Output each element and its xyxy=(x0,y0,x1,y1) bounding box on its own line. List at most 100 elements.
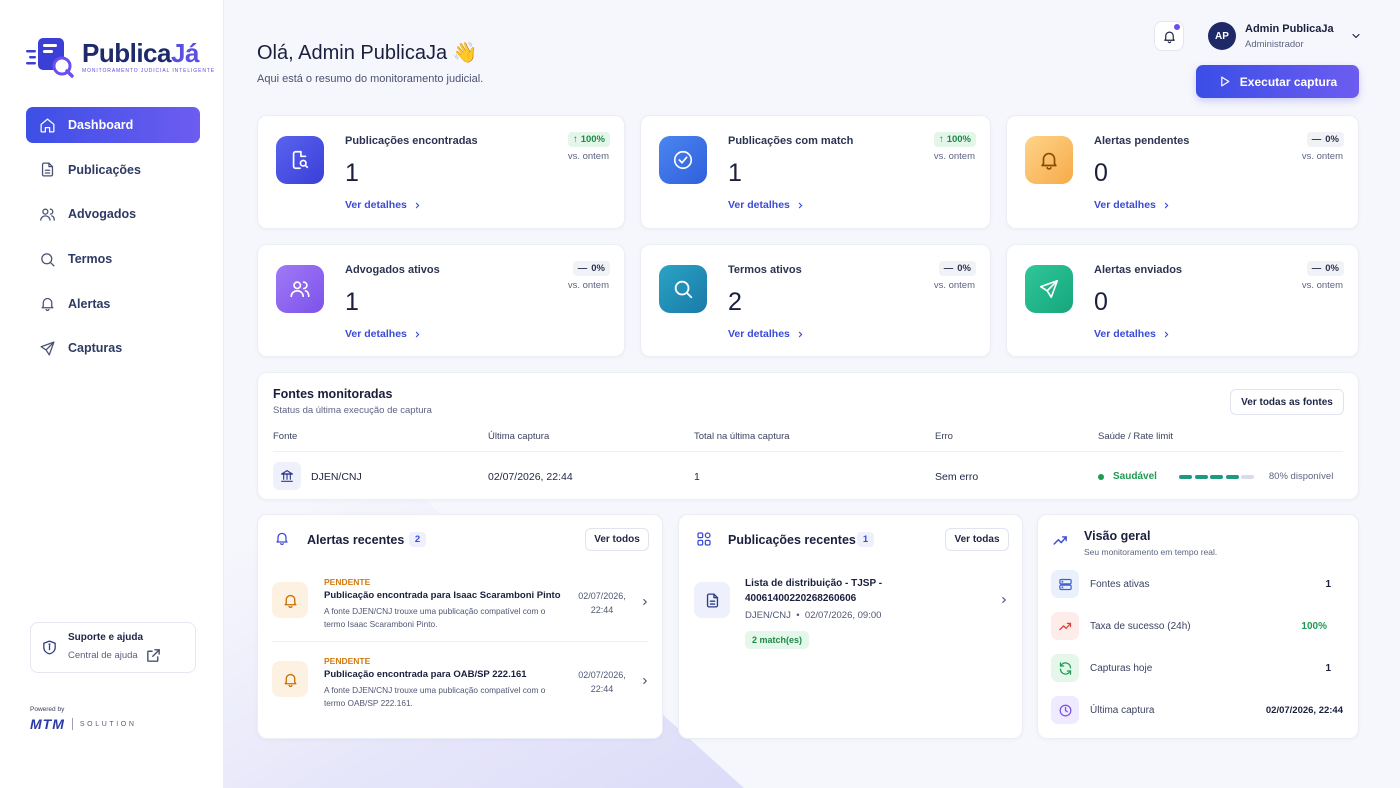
column-header: Última captura xyxy=(488,431,550,442)
column-header: Total na última captura xyxy=(694,431,790,442)
bell-icon xyxy=(272,582,308,618)
chevron-right-icon xyxy=(415,202,420,208)
overview-label: Capturas hoje xyxy=(1090,662,1153,674)
view-all-alerts-button[interactable]: Ver todos xyxy=(585,528,649,551)
alert-date: 02/07/2026, 22:44 xyxy=(578,591,626,615)
chevron-right-icon xyxy=(643,598,648,606)
users-icon xyxy=(276,265,324,313)
search-icon xyxy=(41,252,55,267)
stat-label: Alertas pendentes xyxy=(1094,135,1190,147)
send-icon xyxy=(40,341,55,356)
publication-meta: DJEN/CNJ • 02/07/2026, 09:00 xyxy=(745,610,882,621)
stat-value: 1 xyxy=(728,159,742,187)
avatar: AP xyxy=(1208,22,1236,50)
overview-value: 100% xyxy=(1301,620,1327,632)
status-badge: PENDENTE xyxy=(324,577,371,587)
delta-badge: —0% xyxy=(1306,132,1344,147)
stat-label: Termos ativos xyxy=(728,264,802,276)
comparison-label: vs. ontem xyxy=(933,151,975,162)
bell-icon xyxy=(272,661,308,697)
view-all-publications-button[interactable]: Ver todas xyxy=(945,528,1009,551)
chevron-right-icon xyxy=(798,202,803,208)
stat-value: 2 xyxy=(728,288,742,316)
health-label: Saudável xyxy=(1113,471,1157,482)
overview-row-fontes: Fontes ativas 1 xyxy=(1051,570,1343,598)
visao-geral-card: Visão geral Seu monitoramento em tempo r… xyxy=(1037,514,1359,739)
dash-icon: — xyxy=(577,263,588,274)
sidebar-item-label: Capturas xyxy=(68,341,123,356)
overview-row-ultima-captura: Última captura 02/07/2026, 22:44 xyxy=(1051,696,1343,724)
sidebar-item-label: Termos xyxy=(68,252,113,267)
alert-description: A fonte DJEN/CNJ trouxe uma publicação c… xyxy=(324,606,546,629)
home-icon xyxy=(40,117,55,133)
shield-icon xyxy=(43,640,56,655)
stat-label: Advogados ativos xyxy=(345,264,440,276)
chevron-right-icon xyxy=(643,677,648,685)
comparison-label: vs. ontem xyxy=(567,151,609,162)
alert-description: A fonte DJEN/CNJ trouxe uma publicação c… xyxy=(324,685,546,708)
details-link[interactable]: Ver detalhes xyxy=(345,199,422,211)
overview-value: 1 xyxy=(1325,578,1331,590)
overview-row-taxa-sucesso: Taxa de sucesso (24h) 100% xyxy=(1051,612,1343,640)
user-role: Administrador xyxy=(1245,38,1304,50)
table-cell-erro: Sem erro xyxy=(935,471,979,483)
comparison-label: vs. ontem xyxy=(933,280,975,291)
stat-card-alertas-pendentes: Alertas pendentes 0 Ver detalhes —0% vs.… xyxy=(1006,115,1359,229)
rate-segment xyxy=(1194,474,1208,479)
rate-segment xyxy=(1225,474,1239,479)
chevron-right-icon xyxy=(798,331,803,337)
list-item[interactable]: PENDENTE Publicação encontrada para OAB/… xyxy=(272,656,652,716)
sidebar-nav: Dashboard Publicações Advogados Termos A… xyxy=(26,107,200,375)
divider xyxy=(273,451,1343,452)
comparison-label: vs. ontem xyxy=(567,280,609,291)
trend-line-icon xyxy=(1053,536,1067,545)
divider xyxy=(272,641,648,642)
list-item[interactable]: PENDENTE Publicação encontrada para Isaa… xyxy=(272,577,652,637)
stat-value: 0 xyxy=(1094,288,1108,316)
delta-badge: ↑ 100% xyxy=(567,132,610,147)
overview-label: Taxa de sucesso (24h) xyxy=(1090,620,1191,632)
document-search-icon xyxy=(276,136,324,184)
bell-icon xyxy=(276,532,288,546)
sidebar-item-dashboard[interactable]: Dashboard xyxy=(26,107,200,143)
column-header: Erro xyxy=(935,431,953,442)
sidebar: PublicaJá MONITORAMENTO JUDICIAL INTELIG… xyxy=(0,0,224,788)
sidebar-item-capturas[interactable]: Capturas xyxy=(26,330,200,366)
stat-label: Alertas enviados xyxy=(1094,264,1183,276)
overview-value: 02/07/2026, 22:44 xyxy=(1265,704,1343,716)
overview-label: Fontes ativas xyxy=(1090,578,1150,590)
execute-capture-button[interactable]: Executar captura xyxy=(1196,65,1359,98)
bell-icon xyxy=(41,298,54,312)
user-menu[interactable]: AP Admin PublicaJa Administrador xyxy=(1208,22,1362,50)
chevron-right-icon xyxy=(1002,596,1007,604)
stat-label: Publicações com match xyxy=(728,135,854,147)
overview-value: 1 xyxy=(1325,662,1331,674)
details-link[interactable]: Ver detalhes xyxy=(728,328,805,340)
solution-label: SOLUTION xyxy=(79,720,137,728)
sidebar-item-label: Advogados xyxy=(68,207,137,222)
alert-title: Publicação encontrada para Isaac Scaramb… xyxy=(324,590,561,601)
rate-limit-bar xyxy=(1178,474,1257,479)
scales-icon xyxy=(273,462,301,490)
refresh-icon xyxy=(1051,654,1079,682)
sidebar-item-advogados[interactable]: Advogados xyxy=(26,196,200,232)
details-link[interactable]: Ver detalhes xyxy=(1094,199,1171,211)
alert-title: Publicação encontrada para OAB/SP 222.16… xyxy=(324,669,527,680)
logo[interactable]: PublicaJá MONITORAMENTO JUDICIAL INTELIG… xyxy=(26,36,215,78)
sidebar-item-publicacoes[interactable]: Publicações xyxy=(26,152,200,188)
stat-card-alertas-enviados: Alertas enviados 0 Ver detalhes —0% vs. … xyxy=(1006,244,1359,357)
sidebar-item-alertas[interactable]: Alertas xyxy=(26,286,200,322)
sidebar-item-termos[interactable]: Termos xyxy=(26,241,200,277)
table-cell-ultima: 02/07/2026, 22:44 xyxy=(488,471,573,483)
details-link[interactable]: Ver detalhes xyxy=(345,328,422,340)
notification-dot xyxy=(1174,24,1180,30)
notifications-button[interactable] xyxy=(1154,21,1184,51)
logo-mark-icon xyxy=(26,36,74,78)
help-center-link[interactable]: Central de ajuda xyxy=(68,647,172,664)
alert-date: 02/07/2026, 22:44 xyxy=(578,670,626,694)
details-link[interactable]: Ver detalhes xyxy=(1094,328,1171,340)
dash-icon: — xyxy=(1311,134,1322,145)
view-all-sources-button[interactable]: Ver todas as fontes xyxy=(1230,389,1344,415)
support-card[interactable]: Suporte e ajuda Central de ajuda xyxy=(30,622,196,673)
details-link[interactable]: Ver detalhes xyxy=(728,199,805,211)
